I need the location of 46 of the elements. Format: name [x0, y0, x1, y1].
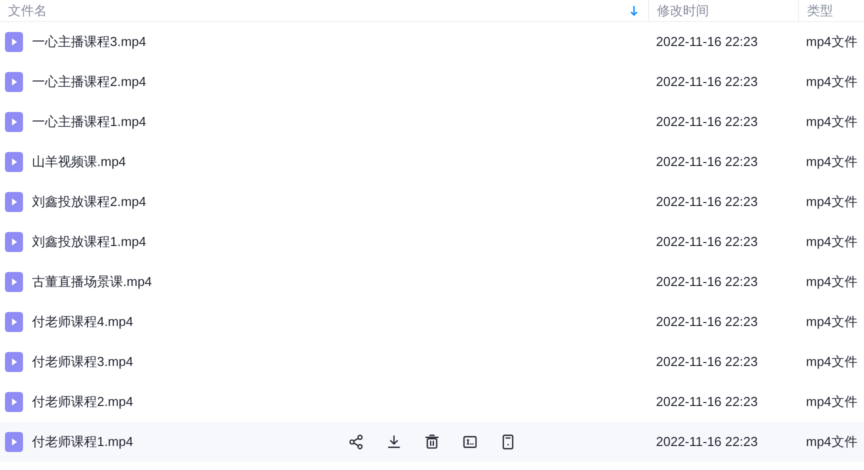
video-file-icon [5, 72, 23, 92]
file-type: mp4文件 [805, 233, 858, 252]
file-type: mp4文件 [805, 433, 858, 452]
video-file-icon [5, 232, 23, 252]
video-file-icon [5, 432, 23, 452]
file-type: mp4文件 [805, 353, 858, 372]
file-name: 一心主播课程3.mp4 [32, 33, 148, 52]
file-name: 刘鑫投放课程2.mp4 [32, 193, 148, 212]
modified-time: 2022-11-16 22:23 [655, 393, 759, 412]
file-type: mp4文件 [805, 153, 858, 172]
file-type: mp4文件 [805, 73, 858, 92]
file-name: 付老师课程2.mp4 [32, 393, 134, 412]
video-file-icon [5, 272, 23, 292]
modified-time: 2022-11-16 22:23 [655, 33, 759, 52]
video-file-icon [5, 312, 23, 332]
video-file-icon [5, 392, 23, 412]
file-name: 一心主播课程2.mp4 [32, 73, 148, 92]
file-name: 古董直播场景课.mp4 [32, 273, 153, 292]
file-type: mp4文件 [805, 193, 858, 212]
video-file-icon [5, 352, 23, 372]
modified-time: 2022-11-16 22:23 [655, 353, 759, 372]
file-type: mp4文件 [805, 273, 858, 292]
file-type: mp4文件 [805, 113, 858, 132]
modified-time: 2022-11-16 22:23 [655, 153, 759, 172]
modified-time: 2022-11-16 22:23 [655, 113, 759, 132]
file-name: 付老师课程4.mp4 [32, 313, 134, 332]
file-name: 刘鑫投放课程1.mp4 [32, 233, 148, 252]
video-file-icon [5, 112, 23, 132]
file-name: 一心主播课程1.mp4 [32, 113, 148, 132]
modified-time: 2022-11-16 22:23 [655, 433, 759, 452]
file-type: mp4文件 [805, 33, 858, 52]
file-type: mp4文件 [805, 393, 858, 412]
file-row[interactable]: 付老师课程1.mp4 2022-11-16 22:23 mp4文件 [0, 422, 864, 462]
file-name: 付老师课程1.mp4 [32, 433, 134, 452]
video-file-icon [5, 192, 23, 212]
video-file-icon [5, 152, 23, 172]
file-name: 付老师课程3.mp4 [32, 353, 134, 372]
modified-time: 2022-11-16 22:23 [655, 313, 759, 332]
file-type: mp4文件 [805, 313, 858, 332]
file-name: 山羊视频课.mp4 [32, 153, 127, 172]
modified-time: 2022-11-16 22:23 [655, 73, 759, 92]
sort-down-arrow-icon[interactable] [630, 4, 638, 16]
video-file-icon [5, 32, 23, 52]
modified-time: 2022-11-16 22:23 [655, 193, 759, 212]
modified-time: 2022-11-16 22:23 [655, 233, 759, 252]
modified-time: 2022-11-16 22:23 [655, 273, 759, 292]
